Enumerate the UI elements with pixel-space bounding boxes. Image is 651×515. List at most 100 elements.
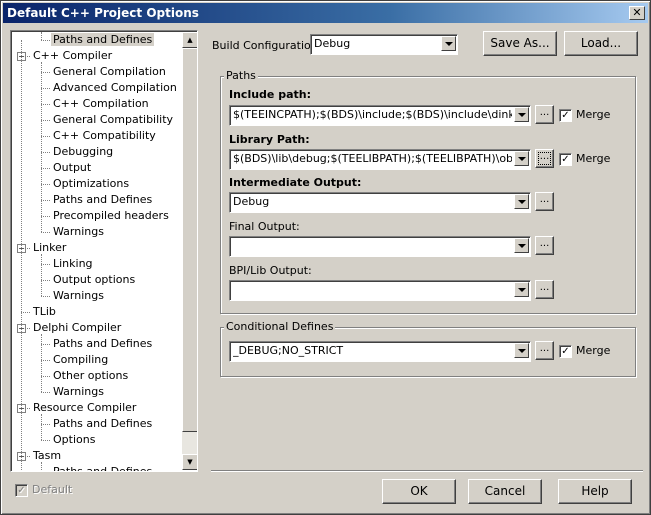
include-merge-checkbox[interactable]: ✓ xyxy=(559,109,572,122)
tree-connector xyxy=(41,376,50,377)
tree-item[interactable]: Paths and Defines xyxy=(51,32,155,48)
tree-connector xyxy=(41,254,42,296)
intermediate-output-value: Debug xyxy=(233,195,270,208)
tree-item[interactable]: C++ Compatibility xyxy=(51,128,158,144)
chevron-down-icon[interactable] xyxy=(514,107,529,122)
tree-item-label: Output xyxy=(53,161,92,174)
tree-item[interactable]: Optimizations xyxy=(51,176,131,192)
help-button[interactable]: Help xyxy=(558,479,632,504)
tree-connector xyxy=(41,424,50,425)
tree-item[interactable]: Debugging xyxy=(51,144,115,160)
library-path-value: $(BDS)\lib\debug;$(TEELIBPATH);$(TEELIBP… xyxy=(233,152,512,165)
tree-item-label: Advanced Compilation xyxy=(53,81,177,94)
close-button[interactable]: ✕ xyxy=(629,6,645,20)
tree-item[interactable]: Output xyxy=(51,160,93,176)
library-merge-checkbox[interactable]: ✓ xyxy=(559,153,572,166)
tree-item[interactable]: Precompiled headers xyxy=(51,208,171,224)
final-output-browse-button[interactable]: ... xyxy=(535,236,554,255)
tree-item[interactable]: Paths and Defines xyxy=(51,336,154,352)
chevron-down-icon[interactable] xyxy=(514,151,529,166)
tree-item[interactable]: Warnings xyxy=(51,384,106,400)
tree-item[interactable]: Compiling xyxy=(51,352,110,368)
tree-connector xyxy=(21,312,30,313)
tree-item-label: Debugging xyxy=(53,145,114,158)
tree-item-label: Paths and Defines xyxy=(53,337,153,350)
tree-item-label: Linker xyxy=(33,241,67,254)
include-path-browse-button[interactable]: ... xyxy=(535,105,554,124)
tree-connector xyxy=(41,392,50,393)
scroll-up-button[interactable]: ▲ xyxy=(182,32,197,48)
tree-item-label: Warnings xyxy=(53,385,104,398)
chevron-down-icon[interactable] xyxy=(514,194,529,209)
tree-item[interactable]: TLib xyxy=(31,304,58,320)
tree-item[interactable]: General Compilation xyxy=(51,64,168,80)
conditional-defines-input[interactable]: _DEBUG;NO_STRICT xyxy=(229,341,531,362)
tree-item[interactable]: Tasm xyxy=(31,448,63,464)
tree-item[interactable]: Warnings xyxy=(51,288,106,304)
chevron-down-icon[interactable] xyxy=(514,343,529,358)
tree-item-label: C++ Compiler xyxy=(33,49,113,62)
build-config-label: Build Configuration: xyxy=(212,39,322,52)
tree-connector xyxy=(41,462,42,471)
tree-connector xyxy=(41,264,50,265)
tree-item[interactable]: C++ Compilation xyxy=(51,96,151,112)
tree-connector xyxy=(41,334,42,392)
tree-item-label: Other options xyxy=(53,369,129,382)
tree-connector xyxy=(41,414,42,440)
tree-item-label: Paths and Defines xyxy=(53,417,153,430)
tree-item-label: Warnings xyxy=(53,289,104,302)
tree-scrollbar[interactable]: ▲ ▼ xyxy=(182,32,197,470)
tree-item[interactable]: Output options xyxy=(51,272,137,288)
tree-item-label: Precompiled headers xyxy=(53,209,169,222)
tree-item-label: Delphi Compiler xyxy=(33,321,122,334)
tree-item[interactable]: Paths and Defines xyxy=(51,192,154,208)
intermediate-output-label: Intermediate Output: xyxy=(229,176,362,189)
tree-item[interactable]: Paths and Defines xyxy=(51,464,154,471)
tree-connector xyxy=(41,62,42,232)
tree-connector xyxy=(41,360,50,361)
conditional-defines-browse-button[interactable]: ... xyxy=(535,341,554,360)
intermediate-output-input[interactable]: Debug xyxy=(229,192,531,213)
final-output-input[interactable] xyxy=(229,236,531,257)
default-label: Default xyxy=(32,483,73,496)
build-config-select[interactable]: Debug xyxy=(310,34,458,55)
tree-item[interactable]: C++ Compiler xyxy=(31,48,114,64)
load-button[interactable]: Load... xyxy=(564,31,638,56)
tree-connector xyxy=(41,120,50,121)
conditional-merge-checkbox[interactable]: ✓ xyxy=(559,345,572,358)
tree-item[interactable]: Options xyxy=(51,432,97,448)
chevron-down-icon[interactable] xyxy=(514,282,529,297)
project-options-dialog: Default C++ Project Options ✕ Paths and … xyxy=(0,0,651,515)
chevron-down-icon[interactable] xyxy=(441,36,456,51)
tree-item[interactable]: Other options xyxy=(51,368,130,384)
intermediate-output-browse-button[interactable]: ... xyxy=(535,192,554,211)
tree-connector xyxy=(41,72,50,73)
chevron-down-icon[interactable] xyxy=(514,238,529,253)
tree-item[interactable]: Linker xyxy=(31,240,68,256)
scroll-down-button[interactable]: ▼ xyxy=(182,454,197,470)
save-as-button[interactable]: Save As... xyxy=(483,31,557,56)
cancel-button[interactable]: Cancel xyxy=(468,479,542,504)
bpi-lib-output-input[interactable] xyxy=(229,280,531,301)
options-tree[interactable]: Paths and Defines C++ Compiler − General Co… xyxy=(10,30,198,472)
scroll-thumb[interactable] xyxy=(182,48,197,432)
tree-item[interactable]: Delphi Compiler xyxy=(31,320,123,336)
library-path-input[interactable]: $(BDS)\lib\debug;$(TEELIBPATH);$(TEELIBP… xyxy=(229,149,531,170)
tree-item[interactable]: General Compatibility xyxy=(51,112,175,128)
final-output-label: Final Output: xyxy=(229,220,300,233)
ok-button[interactable]: OK xyxy=(382,479,456,504)
tree-connector xyxy=(41,32,42,40)
library-path-browse-button[interactable]: ... xyxy=(535,149,554,168)
tree-connector xyxy=(41,280,50,281)
tree-item[interactable]: Resource Compiler xyxy=(31,400,138,416)
tree-item[interactable]: Advanced Compilation xyxy=(51,80,179,96)
tree-connector xyxy=(41,232,50,233)
tree-item[interactable]: Warnings xyxy=(51,224,106,240)
conditional-defines-title: Conditional Defines xyxy=(224,320,336,333)
include-path-input[interactable]: $(TEEINCPATH);$(BDS)\include;$(BDS)\incl… xyxy=(229,105,531,126)
default-checkbox[interactable]: ✓ xyxy=(15,484,28,497)
bpi-lib-output-browse-button[interactable]: ... xyxy=(535,280,554,299)
tree-item[interactable]: Linking xyxy=(51,256,95,272)
tree-connector xyxy=(41,136,50,137)
tree-item[interactable]: Paths and Defines xyxy=(51,416,154,432)
